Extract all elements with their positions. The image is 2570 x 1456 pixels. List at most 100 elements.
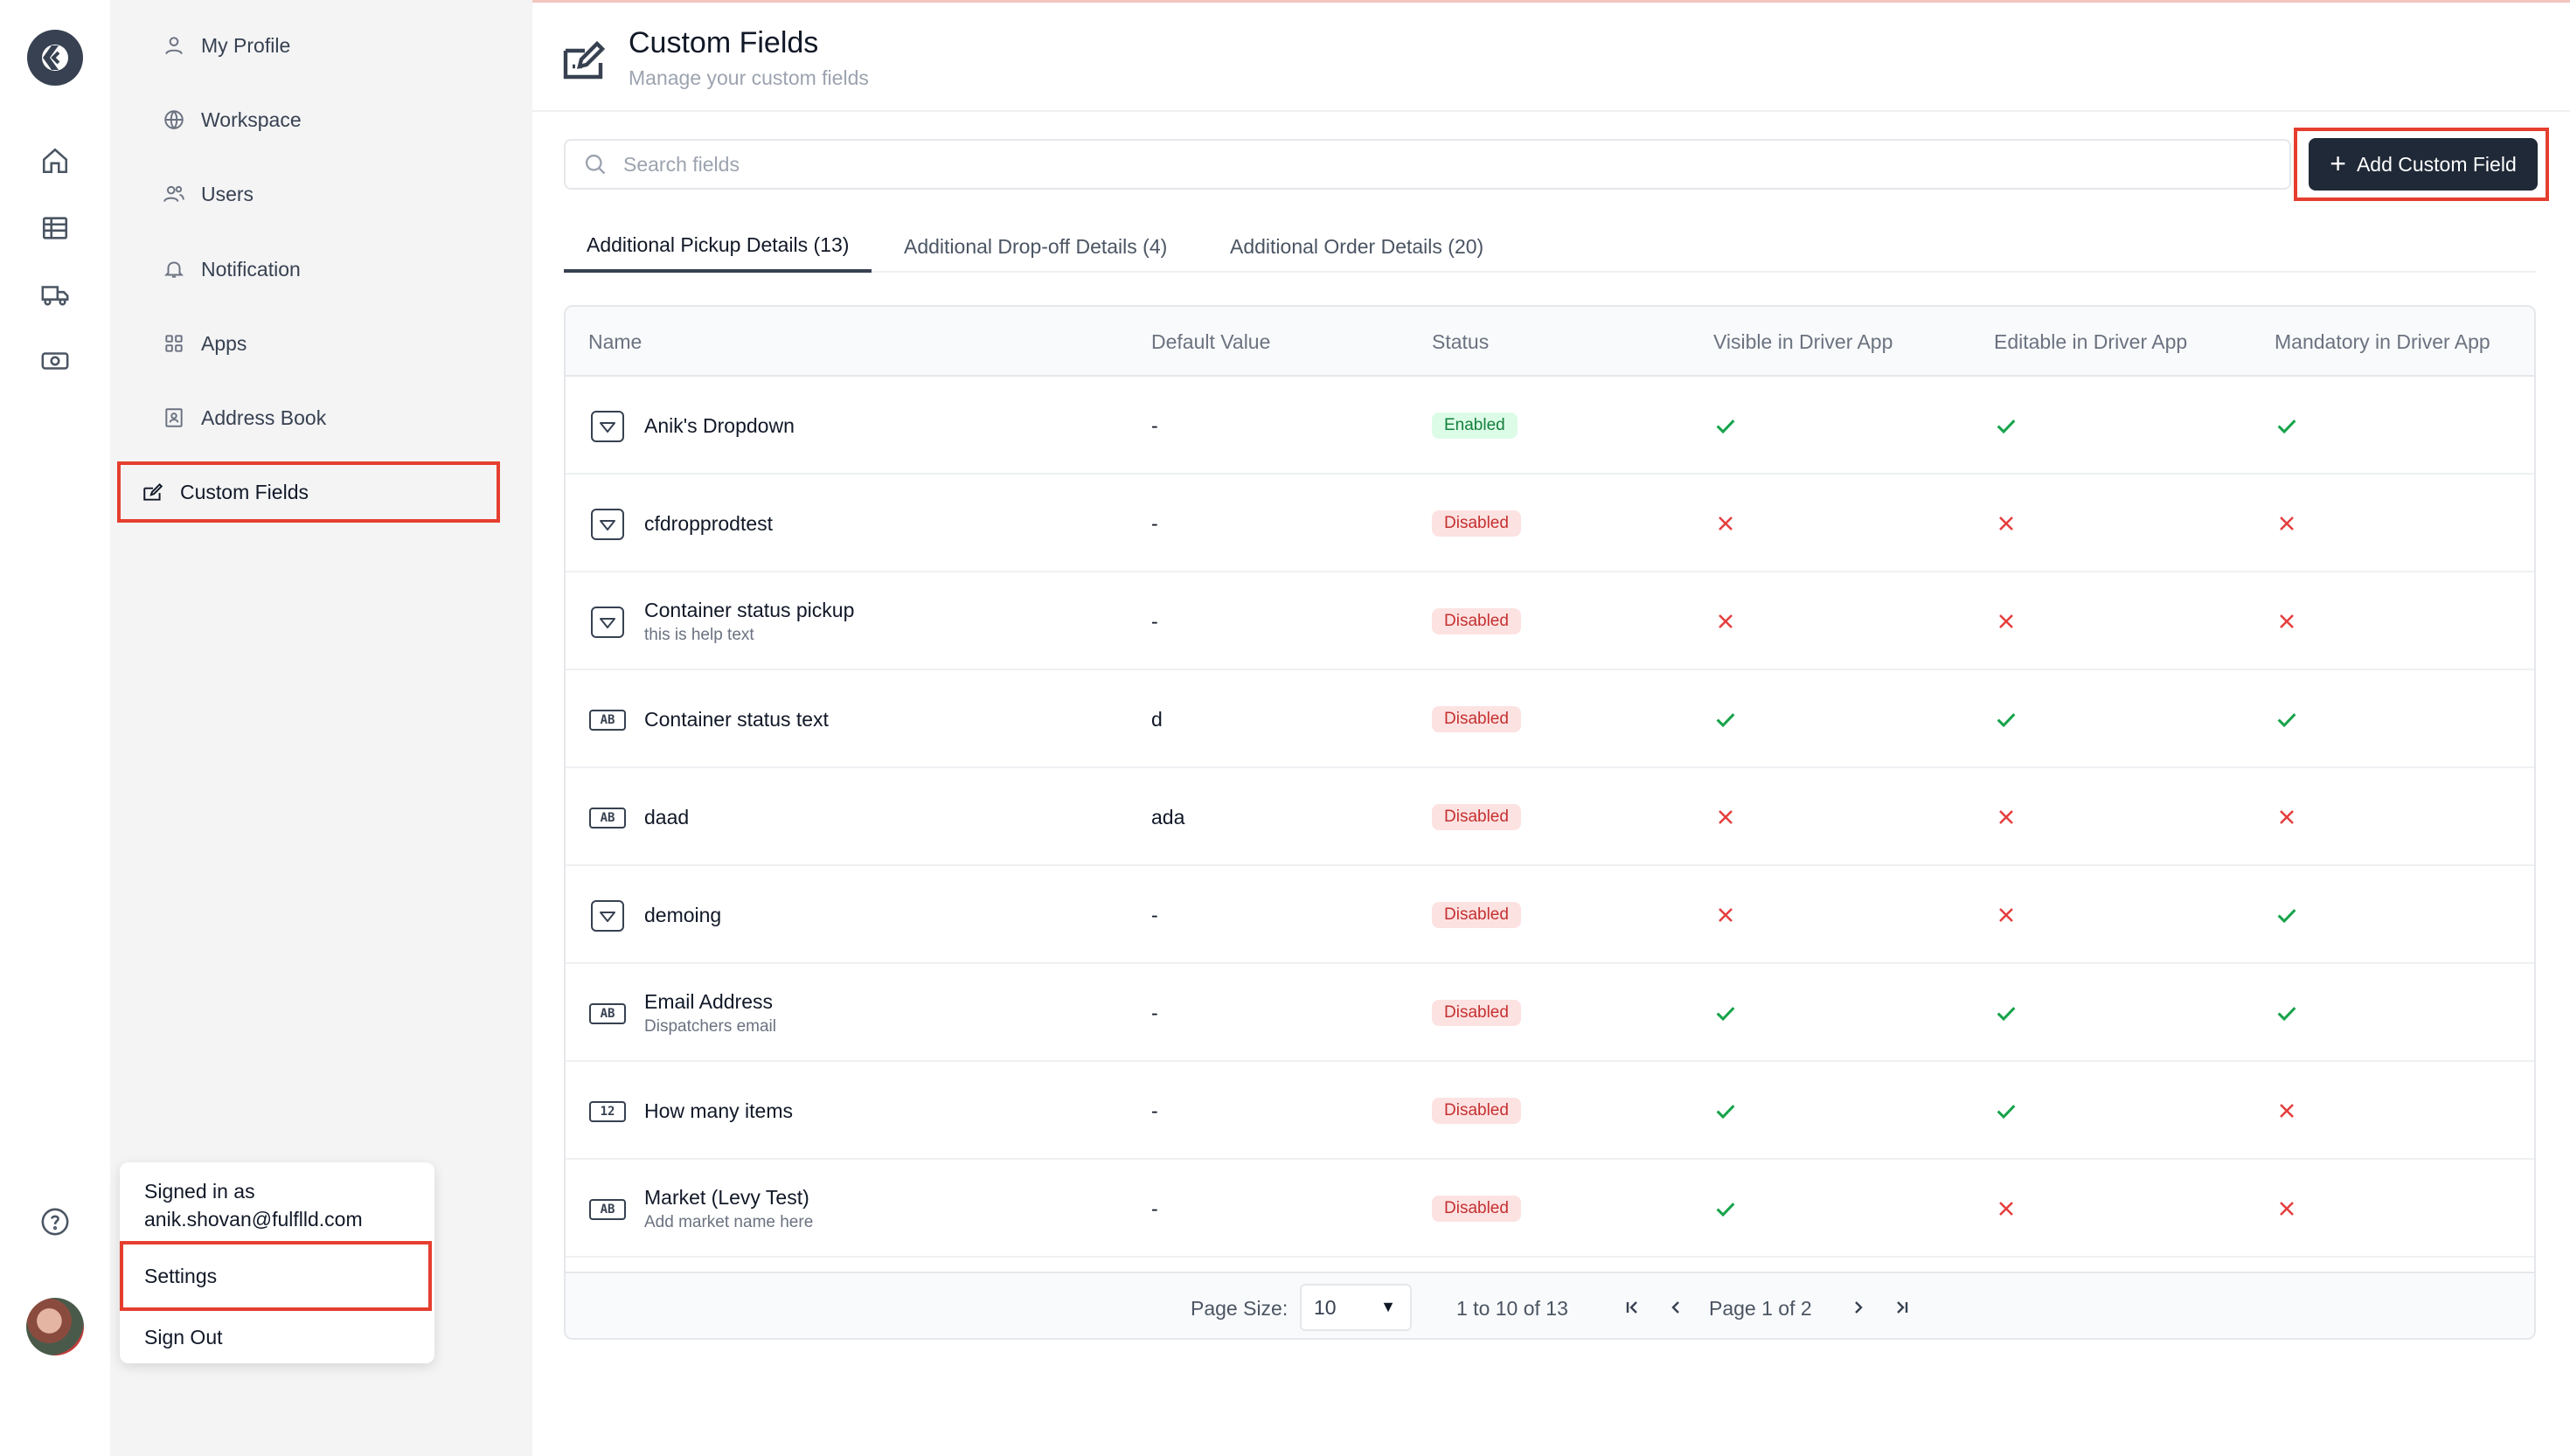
field-help-text: this is help text [644,625,754,644]
column-header-editable[interactable]: Editable in Driver App [1994,307,2187,377]
truck-icon[interactable] [38,278,72,311]
field-name-cell: Market (Levy Test) Add market name here [644,1160,813,1258]
field-help-text: Add market name here [644,1212,814,1231]
field-name-cell: daad [644,768,689,866]
field-name[interactable]: daad [644,806,689,829]
table-row[interactable]: 12 How many items - Disabled [566,1062,2534,1160]
editable-cell [1994,572,2018,670]
last-page-icon[interactable] [1889,1294,1915,1321]
editable-cell [1994,768,2018,866]
tab-dropoff-details[interactable]: Additional Drop-off Details (4) [904,220,1167,273]
visible-cell [1713,377,1738,475]
status-badge: Disabled [1432,804,1521,830]
cross-icon [1713,805,1738,829]
table-row[interactable]: AB Email Address Dispatchers email - Disable… [566,964,2534,1062]
sidebar-item-label: Notification [201,257,301,281]
sidebar-item-custom-fields[interactable]: Custom Fields [117,461,500,523]
column-header-status[interactable]: Status [1432,307,1489,377]
custom-fields-table: Name Default Value Status Visible in Dri… [564,305,2536,1340]
help-icon[interactable] [38,1205,72,1238]
table-row[interactable]: AB daad ada Disabled [566,768,2534,866]
cross-icon [2275,805,2299,829]
sidebar-item-users[interactable]: Users [138,168,505,220]
sidebar-item-my-profile[interactable]: My Profile [138,19,505,72]
table-row[interactable]: Container status pickup this is help text… [566,572,2534,670]
status-badge: Disabled [1432,1196,1521,1222]
tab-pickup-details[interactable]: Additional Pickup Details (13) [564,220,872,273]
cross-icon [1994,609,2018,634]
field-name[interactable]: Market (Levy Test) [644,1186,813,1210]
first-page-icon[interactable] [1619,1294,1645,1321]
sidebar-item-label: My Profile [201,33,291,57]
field-name-cell: Anik's Dropdown [644,377,795,475]
sidebar-item-apps[interactable]: Apps [138,317,505,370]
mandatory-cell [2275,572,2299,670]
default-value-cell: d [1151,707,1163,731]
column-header-name[interactable]: Name [588,307,642,377]
field-name-cell: Container status pickup this is help text [644,572,854,670]
column-header-mandatory[interactable]: Mandatory in Driver App [2275,307,2490,377]
field-name[interactable]: Container status text [644,708,829,731]
mandatory-cell [2275,475,2299,572]
check-icon [1713,707,1738,731]
previous-page-icon[interactable] [1663,1294,1689,1321]
table-row[interactable]: Anik's Dropdown - Enabled [566,377,2534,475]
status-cell: Disabled [1432,964,1521,1062]
default-value-cell: ada [1151,805,1185,829]
settings-menu-item[interactable]: Settings [120,1241,432,1311]
signed-in-email: anik.shovan@fulflld.com [144,1208,363,1231]
page-size-value: 10 [1314,1295,1337,1319]
dropdown-field-icon [589,410,626,443]
field-name[interactable]: Container status pickup [644,599,854,622]
field-name-cell: demoing [644,866,721,964]
table-row[interactable]: AB Container status text d Disabled [566,670,2534,768]
field-name-cell: Container status text [644,670,829,768]
field-name[interactable]: demoing [644,904,721,927]
dropdown-field-icon [589,606,626,639]
status-badge: Disabled [1432,510,1521,537]
cash-icon[interactable] [38,344,72,378]
sidebar-item-notification[interactable]: Notification [138,243,505,295]
status-cell: Disabled [1432,1062,1521,1160]
editable-cell [1994,475,2018,572]
user-icon [165,37,183,55]
logo-icon[interactable] [27,30,83,86]
mandatory-cell [2275,964,2299,1062]
next-page-icon[interactable] [1845,1294,1872,1321]
tab-order-details[interactable]: Additional Order Details (20) [1230,220,1483,273]
visible-cell [1713,964,1738,1062]
cross-icon [2275,1196,2299,1221]
cross-icon [1994,511,2018,536]
dropdown-field-icon [589,899,626,933]
column-header-visible[interactable]: Visible in Driver App [1713,307,1893,377]
table-row[interactable]: cfdropprodtest - Disabled [566,475,2534,572]
number-field-icon: 12 [589,1095,626,1128]
editable-cell [1994,1160,2018,1258]
field-name[interactable]: cfdropprodtest [644,512,773,536]
table-icon[interactable] [38,211,72,245]
search-box [564,139,2291,190]
users-icon [163,185,184,202]
page-size-select[interactable]: 10 ▼ [1300,1284,1412,1331]
field-name[interactable]: Anik's Dropdown [644,414,795,438]
sidebar-item-address-book[interactable]: Address Book [138,392,505,444]
avatar[interactable] [26,1298,84,1355]
add-custom-field-button[interactable]: + Add Custom Field [2309,138,2538,191]
field-name[interactable]: How many items [644,1099,793,1123]
page-title: Custom Fields [629,26,819,59]
home-icon[interactable] [38,144,72,177]
table-row[interactable]: demoing - Disabled [566,866,2534,964]
column-header-default-value[interactable]: Default Value [1151,307,1270,377]
editable-cell [1994,377,2018,475]
edit-field-icon [143,482,163,501]
sign-out-menu-item[interactable]: Sign Out [144,1320,223,1355]
search-input[interactable] [623,152,2197,177]
field-type-badge: AB [589,1199,626,1220]
table-row[interactable]: AB Market (Levy Test) Add market name here… [566,1160,2534,1258]
check-icon [2275,1001,2299,1025]
field-name[interactable]: Email Address [644,990,776,1014]
field-category-tabs: Additional Pickup Details (13) Additiona… [564,220,2536,273]
cross-icon [1994,1196,2018,1221]
sidebar-item-label: Workspace [201,107,302,131]
sidebar-item-workspace[interactable]: Workspace [138,94,505,146]
